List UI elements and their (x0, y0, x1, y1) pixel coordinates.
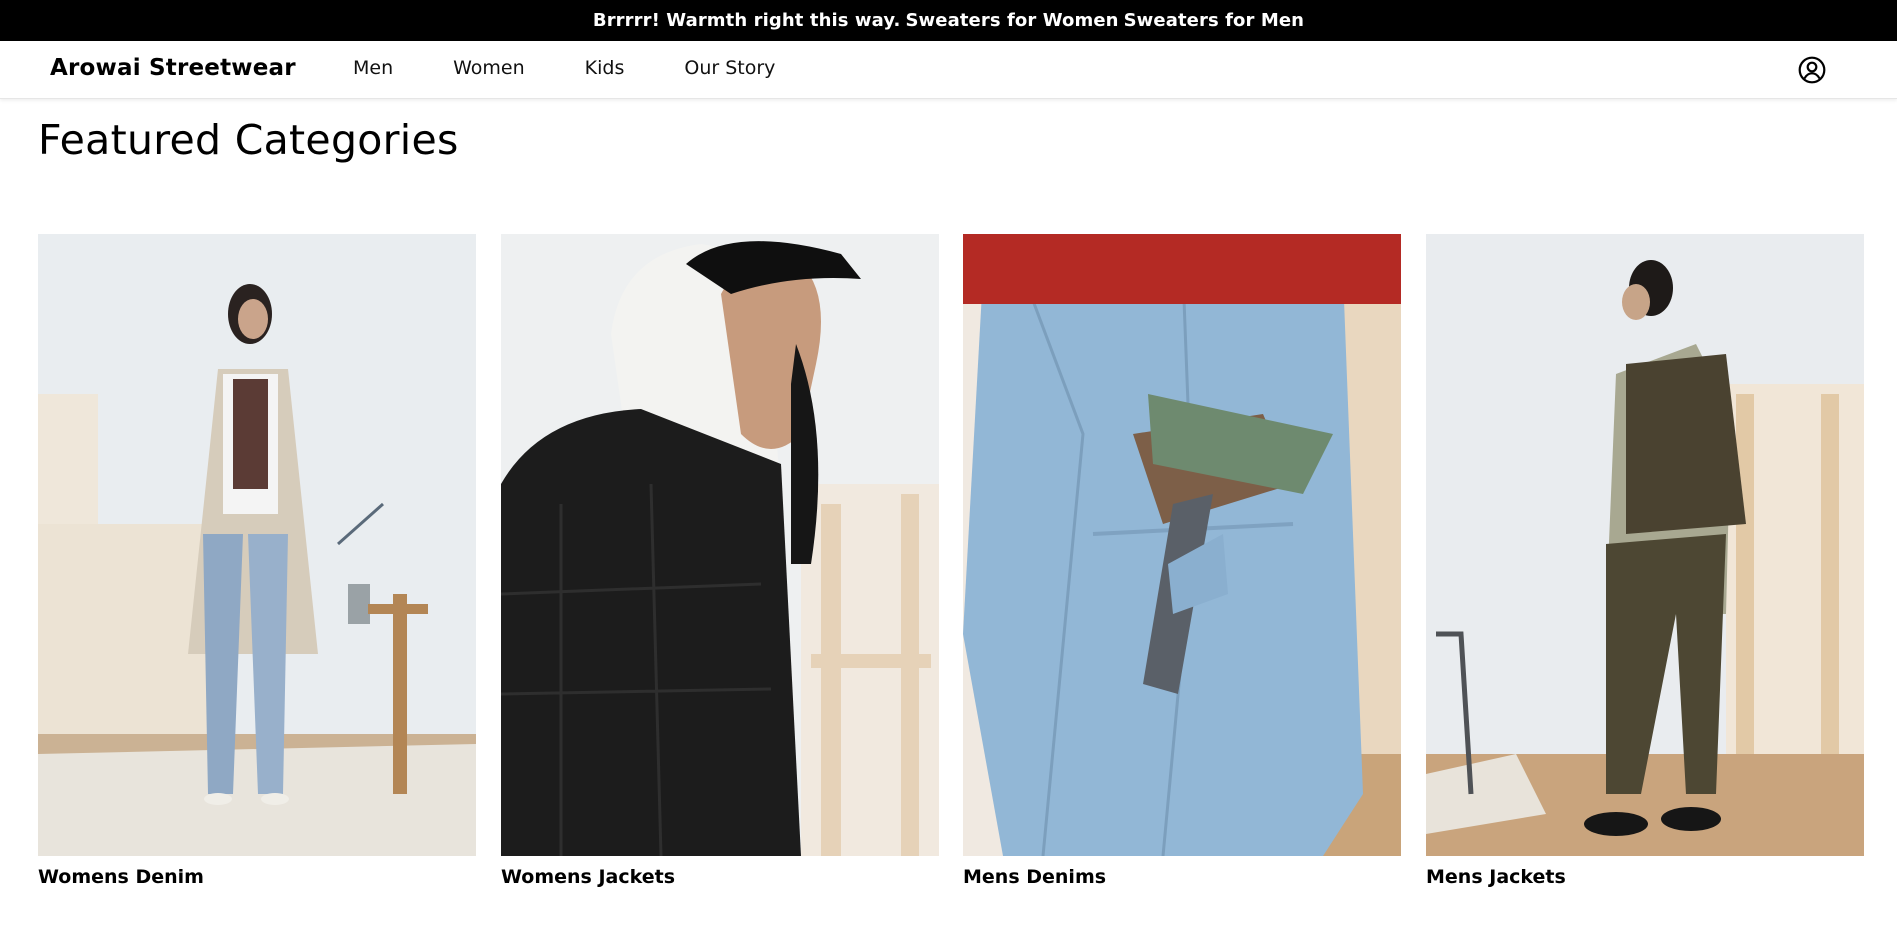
category-image[interactable] (501, 234, 939, 856)
nav-item-men[interactable]: Men (353, 57, 393, 79)
main-nav: Men Women Kids Our Story (353, 57, 835, 79)
account-button[interactable] (1797, 55, 1827, 85)
category-label[interactable]: Mens Denims (963, 866, 1106, 888)
page-title: Featured Categories (38, 116, 459, 164)
category-image[interactable] (38, 234, 476, 856)
category-card-womens-denim[interactable]: Womens Denim (38, 234, 476, 894)
announcement-link-sweaters-women[interactable]: Sweaters for Women (905, 10, 1118, 31)
site-header: Arowai Streetwear Men Women Kids Our Sto… (0, 41, 1897, 99)
announcement-bar: Brrrrr! Warmth right this way. Sweaters … (0, 0, 1897, 41)
womens-denim-photo (38, 234, 476, 856)
category-image[interactable] (1426, 234, 1864, 856)
category-card-mens-jackets[interactable]: Mens Jackets (1426, 234, 1864, 894)
announcement-link-sweaters-men[interactable]: Sweaters for Men (1124, 10, 1305, 31)
category-label[interactable]: Womens Denim (38, 866, 204, 888)
womens-jackets-photo (501, 234, 939, 856)
category-card-mens-denims[interactable]: Mens Denims (963, 234, 1401, 894)
category-label[interactable]: Womens Jackets (501, 866, 675, 888)
mens-jackets-photo (1426, 234, 1864, 856)
category-card-womens-jackets[interactable]: Womens Jackets (501, 234, 939, 894)
mens-denims-photo (963, 234, 1401, 856)
nav-item-our-story[interactable]: Our Story (684, 57, 775, 79)
nav-item-women[interactable]: Women (453, 57, 525, 79)
user-circle-icon (1798, 56, 1826, 84)
nav-item-kids[interactable]: Kids (585, 57, 625, 79)
brand-logo[interactable]: Arowai Streetwear (50, 55, 296, 81)
category-label[interactable]: Mens Jackets (1426, 866, 1566, 888)
announcement-text: Brrrrr! Warmth right this way. (592, 10, 901, 31)
category-image[interactable] (963, 234, 1401, 856)
